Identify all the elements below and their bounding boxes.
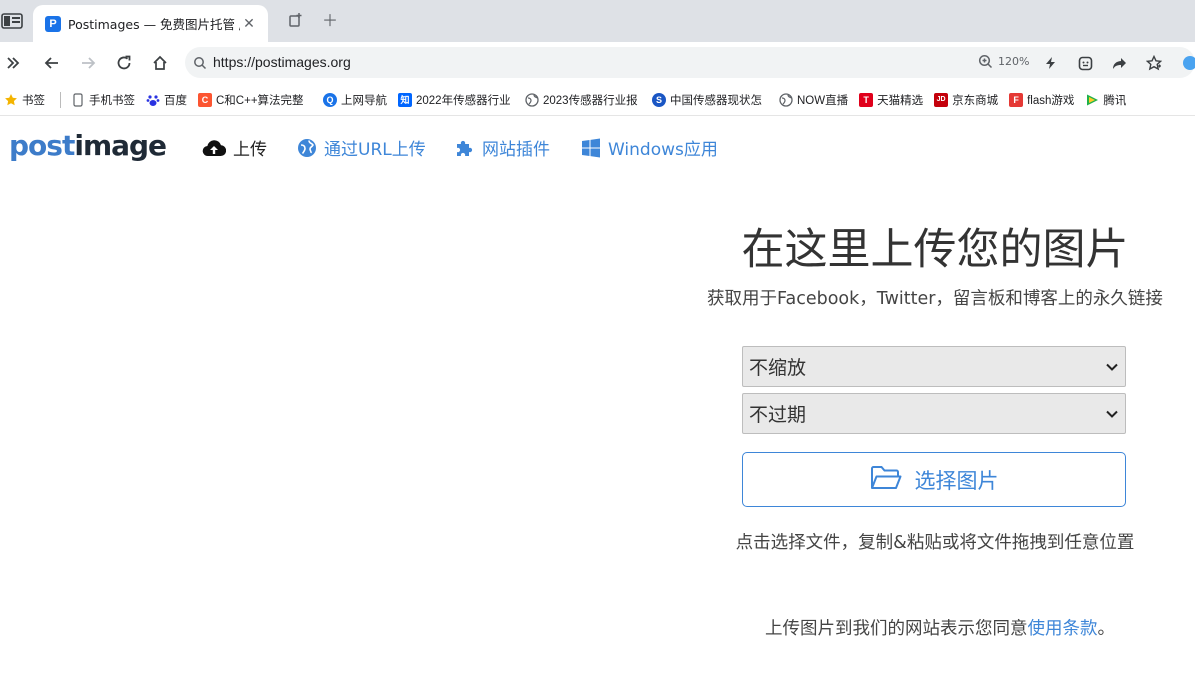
terms-prefix: 上传图片到我们的网站表示您同意 <box>765 619 1028 639</box>
phone-icon <box>71 92 85 107</box>
cloud-upload-icon <box>202 139 226 157</box>
bookmark-item[interactable]: 书签 <box>4 92 45 108</box>
zoom-level: 120% <box>998 55 1030 68</box>
bookmark-item[interactable]: 腾讯 <box>1085 92 1126 108</box>
browser-toolbar: https://postimages.org 120% <box>0 42 1195 84</box>
chevron-down-icon <box>1105 363 1119 371</box>
bookmarks-bar: 书签 手机书签 百度 C C和C++算法完整 Q 上网导航 知 2022年传感器… <box>0 84 1195 116</box>
star-icon <box>4 93 18 107</box>
extensions-chevron-icon[interactable] <box>2 52 24 74</box>
expire-select[interactable]: 不过期 <box>742 393 1126 434</box>
tmall-icon: T <box>859 92 874 107</box>
nav-q-icon: Q <box>323 92 337 107</box>
terms-suffix: 。 <box>1097 619 1116 639</box>
tab-title: Postimages — 免费图片托管 / <box>68 17 240 32</box>
choose-images-button[interactable]: 选择图片 <box>742 452 1126 507</box>
home-icon[interactable] <box>149 52 171 74</box>
terms-link[interactable]: 使用条款 <box>1028 619 1098 639</box>
bookmark-item[interactable]: 2023传感器行业报 <box>525 92 641 108</box>
nav-windows-app[interactable]: Windows应用 <box>581 135 718 160</box>
bookmark-item[interactable]: Q 上网导航 <box>323 92 387 108</box>
new-tab-icon[interactable]: ＋ <box>321 12 339 30</box>
forward-icon[interactable] <box>77 52 99 74</box>
bookmark-item[interactable]: F flash游戏 <box>1009 92 1074 108</box>
lightning-icon[interactable] <box>1041 53 1061 73</box>
postimage-logo[interactable]: postimage <box>9 129 167 163</box>
profile-icon[interactable] <box>1180 53 1195 73</box>
bookmark-item[interactable]: JD 京东商城 <box>934 92 998 108</box>
resize-select[interactable]: 不缩放 <box>742 346 1126 387</box>
nav-plugins[interactable]: 网站插件 <box>455 135 550 160</box>
csdn-icon: C <box>198 92 212 107</box>
back-icon[interactable] <box>41 52 63 74</box>
globe-icon <box>297 138 317 158</box>
reload-icon[interactable] <box>113 52 135 74</box>
nav-upload[interactable]: 上传 <box>202 135 267 160</box>
bookmark-item[interactable]: S 中国传感器现状怎 <box>652 92 768 108</box>
sogou-icon: S <box>652 92 666 107</box>
resize-select-value: 不缩放 <box>749 357 807 379</box>
windows-icon <box>581 138 601 158</box>
nav-upload-label: 上传 <box>233 140 267 160</box>
screenshot-icon[interactable] <box>1075 53 1095 73</box>
bookmark-item[interactable]: 百度 <box>146 92 187 108</box>
zhihu-icon: 知 <box>398 92 412 107</box>
tencent-video-icon <box>1085 93 1099 107</box>
share-icon[interactable] <box>1109 53 1129 73</box>
bookmark-item[interactable]: 知 2022年传感器行业 <box>398 92 514 108</box>
close-tab-icon[interactable]: ✕ <box>240 15 258 33</box>
zoom-indicator[interactable]: 120% <box>978 54 1029 69</box>
zoom-icon <box>978 54 993 69</box>
flash-game-icon: F <box>1009 92 1024 107</box>
bookmark-item[interactable]: NOW直播 <box>779 92 848 108</box>
globe-icon <box>525 92 539 107</box>
bookmark-separator <box>60 91 61 108</box>
bookmark-item[interactable]: 手机书签 <box>71 92 135 108</box>
search-icon <box>193 55 207 74</box>
bookmark-star-icon[interactable] <box>1144 53 1164 73</box>
nav-url-upload[interactable]: 通过URL上传 <box>297 135 426 160</box>
globe-icon <box>779 92 793 107</box>
bookmark-item[interactable]: C C和C++算法完整 <box>198 92 312 108</box>
nav-url-upload-label: 通过URL上传 <box>324 140 426 160</box>
puzzle-icon <box>455 138 475 158</box>
postimages-favicon-icon: P <box>45 15 61 32</box>
sidebar-toggle-icon[interactable] <box>1 13 23 29</box>
page-subtitle: 获取用于Facebook，Twitter，留言板和博客上的永久链接 <box>707 289 1163 309</box>
jd-icon: JD <box>934 92 949 107</box>
terms-notice: 上传图片到我们的网站表示您同意使用条款。 <box>690 615 1190 640</box>
site-header: postimage 上传 通过URL上传 网站插件 Windows应用 <box>0 117 1195 177</box>
active-tab[interactable]: P Postimages — 免费图片托管 / ✕ <box>33 5 268 42</box>
expire-select-value: 不过期 <box>749 404 807 426</box>
url-text[interactable]: https://postimages.org <box>213 54 351 70</box>
tab-search-icon[interactable] <box>287 12 305 30</box>
tab-strip: P Postimages — 免费图片托管 / ✕ ＋ <box>0 0 1195 42</box>
address-bar[interactable]: https://postimages.org 120% <box>185 47 1195 78</box>
upload-hint: 点击选择文件，复制&粘贴或将文件拖拽到任意位置 <box>735 533 1135 553</box>
folder-open-icon <box>870 465 902 495</box>
bookmark-item[interactable]: T 天猫精选 <box>859 92 923 108</box>
nav-windows-app-label: Windows应用 <box>608 140 718 160</box>
nav-plugins-label: 网站插件 <box>482 140 550 160</box>
page-title: 在这里上传您的图片 <box>741 225 1129 275</box>
choose-images-label: 选择图片 <box>914 468 999 493</box>
baidu-icon <box>146 93 160 107</box>
chevron-down-icon <box>1105 410 1119 418</box>
